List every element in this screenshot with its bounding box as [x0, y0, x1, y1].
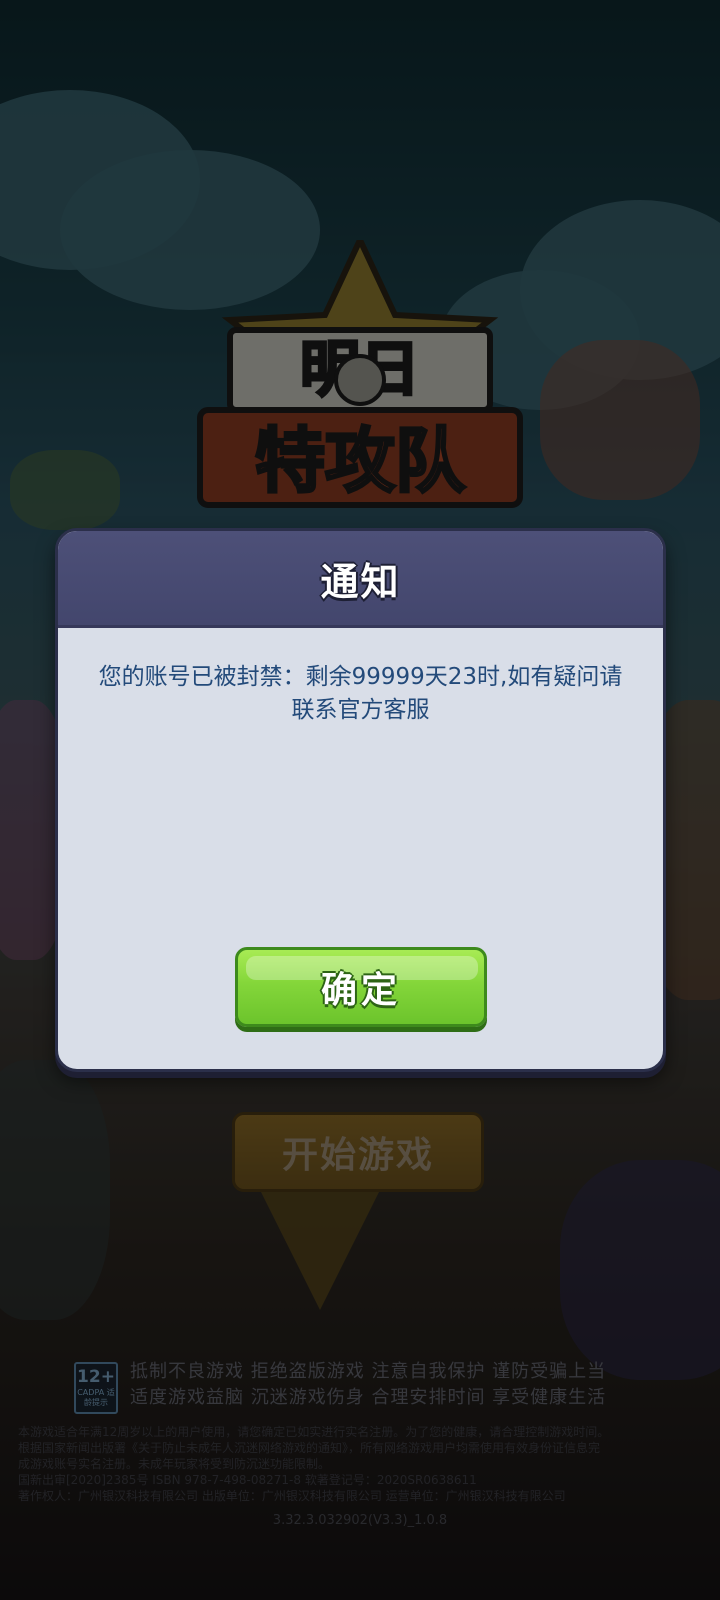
game-login-screen: 明日 特攻队 开始游戏 12+ CADPA 适龄提示 抵制不良游戏 拒绝盗版游戏… [0, 0, 720, 1600]
confirm-button-label: 确定 [320, 970, 401, 1011]
dialog-header: 通知 [58, 531, 663, 628]
ban-message: 您的账号已被封禁：剩余99999天23时,如有疑问请联系官方客服 [98, 664, 623, 723]
dialog-title: 通知 [320, 559, 401, 604]
confirm-button[interactable]: 确定 [235, 947, 487, 1027]
notice-dialog: 通知 您的账号已被封禁：剩余99999天23时,如有疑问请联系官方客服 确定 [55, 528, 666, 1072]
